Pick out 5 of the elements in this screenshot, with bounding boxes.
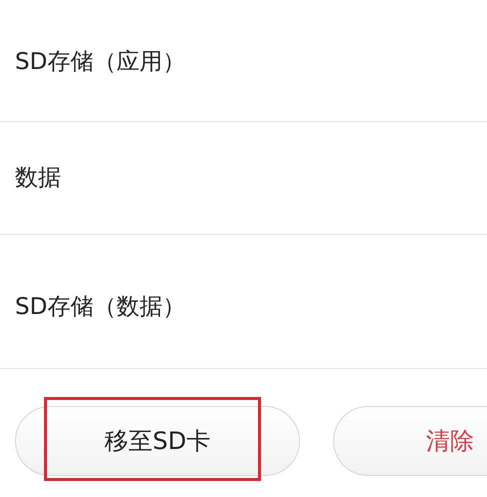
settings-row-label[interactable]: 数据 bbox=[15, 160, 61, 196]
settings-row-label[interactable]: SD存储（数据） bbox=[15, 290, 186, 325]
move-to-sd-button[interactable]: 移至SD卡 bbox=[15, 406, 300, 476]
settings-row-label[interactable]: SD存储（应用） bbox=[15, 45, 186, 80]
clear-data-button[interactable]: 清除 bbox=[333, 406, 487, 476]
